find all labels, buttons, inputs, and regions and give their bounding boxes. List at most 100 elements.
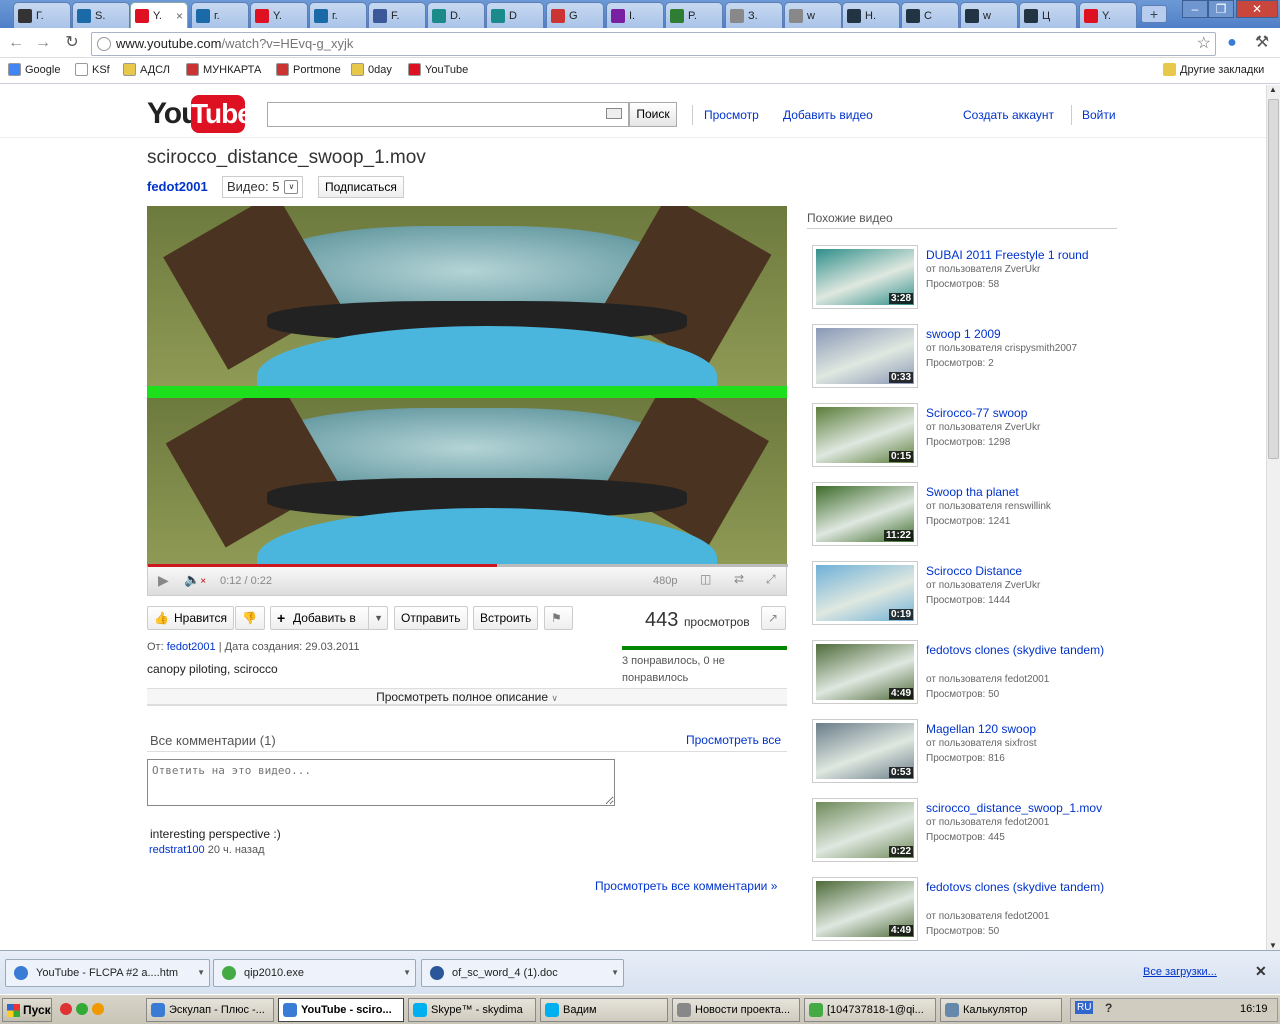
comment-input[interactable] [147, 759, 615, 806]
chevron-down-icon[interactable]: ▼ [403, 960, 411, 986]
related-video-item[interactable]: 0:33 swoop 1 2009 от пользователя crispysm… [812, 324, 1122, 394]
taskbar-button[interactable]: Вадим [540, 998, 668, 1022]
related-video-item[interactable]: 0:53 Magellan 120 swoop от пользователя si… [812, 719, 1122, 789]
chevron-down-icon[interactable]: ∨ [284, 180, 299, 194]
quicklaunch-icon[interactable] [60, 1003, 72, 1015]
quality-button[interactable]: 480p [653, 575, 677, 587]
related-video-title[interactable]: Scirocco-77 swoop [926, 406, 1112, 421]
browser-tab[interactable]: G [546, 2, 604, 28]
browser-tab[interactable]: P. [665, 2, 723, 28]
browser-tab[interactable]: г. [191, 2, 249, 28]
maximize-icon[interactable]: ❐ [1208, 0, 1234, 18]
bookmark-item[interactable]: Google [8, 63, 60, 76]
browser-tab[interactable]: D [486, 2, 544, 28]
skype-icon[interactable]: ● [1222, 34, 1242, 52]
browser-tab[interactable]: г. [309, 2, 367, 28]
fullscreen-icon[interactable]: ⤢ [766, 572, 776, 587]
related-video-title[interactable]: fedotovs clones (skydive tandem) [926, 880, 1112, 895]
related-video-item[interactable]: 0:19 Scirocco Distance от пользователя Zve… [812, 561, 1122, 631]
taskbar-button[interactable]: [104737818-1@qi... [804, 998, 936, 1022]
taskbar-button[interactable]: Skype™ - skydima [408, 998, 536, 1022]
browse-link[interactable]: Просмотр [704, 108, 759, 122]
back-icon[interactable]: ← [6, 34, 26, 52]
taskbar-button[interactable]: YouTube - sciro... [278, 998, 404, 1022]
uploader-link[interactable]: fedot2001 [167, 641, 216, 653]
video-thumbnail[interactable]: 0:19 [812, 561, 918, 625]
related-video-title[interactable]: Magellan 120 swoop [926, 722, 1112, 737]
popout-icon[interactable]: ◫ [700, 572, 711, 586]
page-scrollbar[interactable]: ▲ ▼ [1266, 85, 1280, 950]
related-video-item[interactable]: 3:28 DUBAI 2011 Freestyle 1 round от польз… [812, 245, 1122, 315]
start-button[interactable]: Пуск [2, 998, 52, 1022]
dislike-button[interactable]: 👎 [235, 606, 265, 630]
video-thumbnail[interactable]: 0:15 [812, 403, 918, 467]
keyboard-icon[interactable] [606, 108, 622, 119]
bookmark-item[interactable]: KSf [75, 63, 110, 76]
browser-tab[interactable]: S. [72, 2, 130, 28]
video-thumbnail[interactable]: 0:33 [812, 324, 918, 388]
bookmark-item[interactable]: 0day [351, 63, 392, 76]
all-comments-link[interactable]: Просмотреть все комментарии » [595, 879, 777, 893]
chevron-down-icon[interactable]: ▼ [368, 607, 383, 629]
browser-tab[interactable]: Y. × [130, 2, 188, 28]
bookmark-item[interactable]: Portmone [276, 63, 341, 76]
related-video-title[interactable]: Swoop tha planet [926, 485, 1112, 500]
video-thumbnail[interactable]: 4:49 [812, 640, 918, 704]
star-icon[interactable]: ☆ [1197, 33, 1211, 55]
video-thumbnail[interactable]: 4:49 [812, 877, 918, 941]
bookmark-item[interactable]: МУНКАРТА [186, 63, 261, 76]
help-icon[interactable]: ? [1105, 1001, 1112, 1015]
browser-tab[interactable]: F. [368, 2, 426, 28]
related-video-item[interactable]: 0:15 Scirocco-77 swoop от пользователя Zve… [812, 403, 1122, 473]
subscribe-button[interactable]: Подписаться [318, 176, 404, 198]
taskbar-button[interactable]: Новости проекта... [672, 998, 800, 1022]
browser-tab[interactable]: З. [725, 2, 783, 28]
download-item[interactable]: of_sc_word_4 (1).doc ▼ [421, 959, 624, 987]
download-item[interactable]: qip2010.exe ▼ [213, 959, 416, 987]
repeat-icon[interactable]: ⇄ [734, 572, 744, 586]
new-tab-button[interactable]: + [1141, 5, 1167, 23]
bookmark-item[interactable]: АДСЛ [123, 63, 170, 76]
view-all-comments-link[interactable]: Просмотреть все [686, 733, 781, 747]
browser-tab[interactable]: w [784, 2, 842, 28]
related-video-item[interactable]: 11:22 Swoop tha planet от пользователя ren… [812, 482, 1122, 552]
related-video-title[interactable]: swoop 1 2009 [926, 327, 1112, 342]
video-thumbnail[interactable]: 0:22 [812, 798, 918, 862]
chevron-down-icon[interactable]: ▼ [197, 960, 205, 986]
window-close-icon[interactable]: ✕ [1236, 0, 1278, 18]
download-item[interactable]: YouTube - FLCPA #2 a....htm ▼ [5, 959, 210, 987]
progress-bar[interactable] [148, 564, 788, 567]
browser-tab[interactable]: I. [606, 2, 664, 28]
upload-link[interactable]: Добавить видео [783, 108, 873, 122]
chevron-down-icon[interactable]: ▼ [611, 960, 619, 986]
video-player[interactable] [147, 206, 787, 566]
comment-user-link[interactable]: redstrat100 [149, 844, 205, 856]
show-more-description[interactable]: Просмотреть полное описание ∨ [147, 688, 787, 706]
related-video-title[interactable]: Scirocco Distance [926, 564, 1112, 579]
play-icon[interactable]: ▶ [158, 572, 169, 589]
taskbar-button[interactable]: Эскулап - Плюс -... [146, 998, 274, 1022]
mute-icon[interactable]: 🔈× [184, 572, 206, 588]
related-video-item[interactable]: 4:49 fedotovs clones (skydive tandem) от п… [812, 877, 1122, 947]
related-video-title[interactable]: scirocco_distance_swoop_1.mov [926, 801, 1112, 816]
wrench-icon[interactable]: ⚒ [1252, 34, 1272, 52]
minimize-icon[interactable]: – [1182, 0, 1208, 18]
video-thumbnail[interactable]: 3:28 [812, 245, 918, 309]
sign-in-link[interactable]: Войти [1082, 108, 1116, 122]
youtube-logo[interactable]: You Tube [147, 95, 253, 137]
flag-icon[interactable]: ⚑ [544, 606, 573, 630]
browser-tab[interactable]: Г. [13, 2, 71, 28]
bookmark-item[interactable]: YouTube [408, 63, 468, 76]
browser-tab[interactable]: D. [427, 2, 485, 28]
browser-tab[interactable]: С [901, 2, 959, 28]
browser-tab[interactable]: Y. [250, 2, 308, 28]
video-count[interactable]: Видео: 5 ∨ [222, 176, 304, 198]
related-video-title[interactable]: DUBAI 2011 Freestyle 1 round [926, 248, 1112, 263]
browser-tab[interactable]: Н. [842, 2, 900, 28]
share-button[interactable]: Отправить [394, 606, 468, 630]
reload-icon[interactable]: ↻ [62, 34, 82, 52]
related-video-item[interactable]: 0:22 scirocco_distance_swoop_1.mov от поль… [812, 798, 1122, 868]
related-video-item[interactable]: 4:49 fedotovs clones (skydive tandem) от п… [812, 640, 1122, 710]
all-downloads-link[interactable]: Все загрузки... [1143, 966, 1217, 978]
video-thumbnail[interactable]: 0:53 [812, 719, 918, 783]
